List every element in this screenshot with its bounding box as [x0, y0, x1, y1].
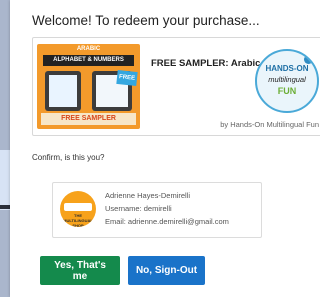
avatar: THE MULTILINGUAL SHOP [60, 191, 96, 227]
seller-logo: HANDS-ON multilingual FUN [255, 49, 319, 113]
avatar-text: THE MULTILINGUAL SHOP [63, 213, 93, 227]
logo-line2: multilingual [268, 75, 306, 84]
free-tag: FREE [116, 69, 138, 87]
sampler-banner: FREE SAMPLER [41, 113, 136, 125]
product-card: ARABIC ALPHABET & NUMBERS FREE FREE SAMP… [32, 37, 320, 136]
modal-title: Welcome! To redeem your purchase... [32, 13, 260, 28]
confirm-identity-button[interactable]: Yes, That's me [40, 256, 120, 285]
redeem-modal: Welcome! To redeem your purchase... ARAB… [10, 0, 320, 297]
product-thumbnail: ARABIC ALPHABET & NUMBERS FREE FREE SAMP… [37, 44, 140, 129]
confirm-prompt: Confirm, is this you? [32, 153, 105, 162]
logo-line3: FUN [277, 86, 297, 96]
thumbnail-line2: ALPHABET & NUMBERS [43, 55, 134, 66]
tablet-image [45, 71, 81, 111]
backdrop [0, 0, 10, 297]
user-username: Username: demirelli [105, 204, 172, 213]
user-card: THE MULTILINGUAL SHOP Adrienne Hayes-Dem… [52, 182, 262, 238]
logo-line1: HANDS-ON [265, 64, 309, 73]
seller-byline: by Hands-On Multilingual Fun [220, 120, 319, 129]
globe-icon [304, 55, 313, 64]
sign-out-button[interactable]: No, Sign-Out [128, 256, 205, 285]
user-name: Adrienne Hayes-Demirelli [105, 191, 191, 200]
user-email: Email: adrienne.demirelli@gmail.com [105, 217, 229, 226]
thumbnail-line1: ARABIC [76, 46, 101, 52]
